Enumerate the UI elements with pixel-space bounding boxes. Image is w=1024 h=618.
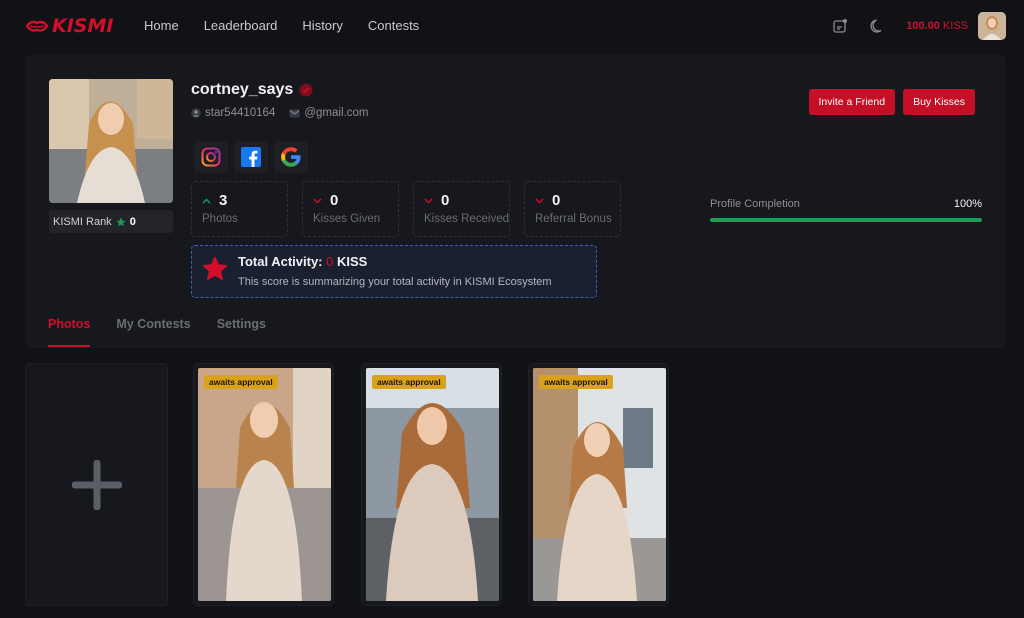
stat-referral-bonus-label: Referral Bonus — [535, 213, 612, 225]
user-email: @gmail.com — [289, 107, 368, 119]
stat-kisses-received: 0 Kisses Received — [413, 181, 510, 237]
nav-leaderboard[interactable]: Leaderboard — [204, 18, 278, 33]
plus-icon — [71, 459, 122, 510]
mail-icon — [289, 109, 300, 117]
chevron-down-icon — [313, 198, 322, 203]
logo-text: KISMI — [52, 15, 114, 37]
stat-photos-label: Photos — [202, 213, 238, 225]
stat-kisses-received-value: 0 — [441, 192, 450, 209]
star-icon — [116, 217, 126, 226]
stat-photos: 3 Photos — [191, 181, 288, 237]
lips-icon — [26, 20, 48, 32]
profile-tabs: Photos My Contests Settings — [48, 317, 266, 347]
user-meta: star54410164 @gmail.com — [191, 107, 368, 119]
completion-value: 100% — [953, 198, 982, 210]
stat-kisses-given-label: Kisses Given — [313, 213, 381, 225]
tab-my-contests[interactable]: My Contests — [116, 317, 190, 347]
profile-completion: Profile Completion 100% — [710, 198, 982, 222]
photo-image: awaits approval — [533, 368, 666, 601]
balance-unit: KISS — [942, 20, 968, 32]
photo-card[interactable]: awaits approval — [361, 363, 502, 606]
approval-badge: awaits approval — [204, 375, 278, 389]
facebook-icon — [241, 147, 261, 167]
logo[interactable]: KISMI — [26, 15, 113, 37]
profile-card: KISMI Rank 0 cortney_says star54410164 @… — [25, 55, 1006, 348]
user-icon — [191, 108, 201, 118]
kiss-balance: 100.00 KISS — [906, 20, 968, 32]
header-right: 100.00 KISS — [830, 12, 1006, 40]
verified-badge-icon — [299, 83, 313, 97]
stat-photos-value: 3 — [219, 192, 228, 209]
stat-referral-bonus-value: 0 — [552, 192, 561, 209]
nav-home[interactable]: Home — [144, 18, 179, 33]
completion-bar — [710, 218, 982, 222]
total-activity-label: Total Activity: — [238, 254, 323, 269]
chevron-down-icon — [424, 198, 433, 203]
chevron-up-icon — [202, 198, 211, 203]
total-activity-box: Total Activity: 0 KISS This score is sum… — [191, 245, 597, 298]
photo-card[interactable]: awaits approval — [193, 363, 334, 606]
profile-stats: 3 Photos 0 Kisses Given 0 Kisses Receive… — [191, 181, 621, 237]
rank-label: KISMI Rank — [53, 215, 112, 228]
stat-referral-bonus: 0 Referral Bonus — [524, 181, 621, 237]
photo-image: awaits approval — [366, 368, 499, 601]
moon-icon[interactable] — [868, 16, 888, 36]
approval-badge: awaits approval — [372, 375, 446, 389]
chevron-down-icon — [535, 198, 544, 203]
nav-contests[interactable]: Contests — [368, 18, 419, 33]
user-id-text: star54410164 — [205, 107, 276, 119]
notification-icon[interactable] — [830, 16, 850, 36]
user-email-text: @gmail.com — [304, 107, 369, 119]
photo-card[interactable]: awaits approval — [528, 363, 669, 606]
avatar[interactable] — [978, 12, 1006, 40]
profile-actions: Invite a Friend Buy Kisses — [808, 89, 975, 115]
tab-settings[interactable]: Settings — [217, 317, 266, 347]
main-nav: Home Leaderboard History Contests — [144, 18, 419, 33]
total-activity-description: This score is summarizing your total act… — [238, 276, 552, 288]
completion-bar-fill — [710, 218, 982, 222]
stat-kisses-given-value: 0 — [330, 192, 339, 209]
approval-badge: awaits approval — [539, 375, 613, 389]
username-text: cortney_says — [191, 81, 294, 98]
stat-kisses-given: 0 Kisses Given — [302, 181, 399, 237]
tab-photos[interactable]: Photos — [48, 317, 91, 347]
google-icon — [281, 147, 301, 167]
instagram-button[interactable] — [194, 141, 228, 173]
add-photo-button[interactable] — [25, 363, 168, 606]
instagram-icon — [201, 147, 221, 167]
kismi-rank: KISMI Rank 0 — [49, 210, 173, 233]
completion-label: Profile Completion — [710, 198, 800, 210]
invite-friend-button[interactable]: Invite a Friend — [808, 89, 896, 115]
profile-photo[interactable] — [49, 79, 173, 203]
user-id: star54410164 — [191, 107, 275, 119]
stat-kisses-received-label: Kisses Received — [424, 213, 510, 225]
total-activity-value: 0 — [326, 254, 334, 269]
top-header: KISMI Home Leaderboard History Contests … — [0, 0, 1024, 52]
star-icon — [202, 256, 228, 280]
total-activity-unit: KISS — [337, 254, 368, 269]
google-button[interactable] — [274, 141, 308, 173]
balance-value: 100.00 — [906, 20, 940, 32]
rank-value: 0 — [129, 215, 136, 228]
total-activity-title: Total Activity: 0 KISS — [238, 254, 367, 269]
nav-history[interactable]: History — [302, 18, 342, 33]
username: cortney_says — [191, 81, 313, 99]
facebook-button[interactable] — [234, 141, 268, 173]
buy-kisses-button[interactable]: Buy Kisses — [903, 89, 975, 115]
photo-image: awaits approval — [198, 368, 331, 601]
social-links — [194, 141, 308, 173]
